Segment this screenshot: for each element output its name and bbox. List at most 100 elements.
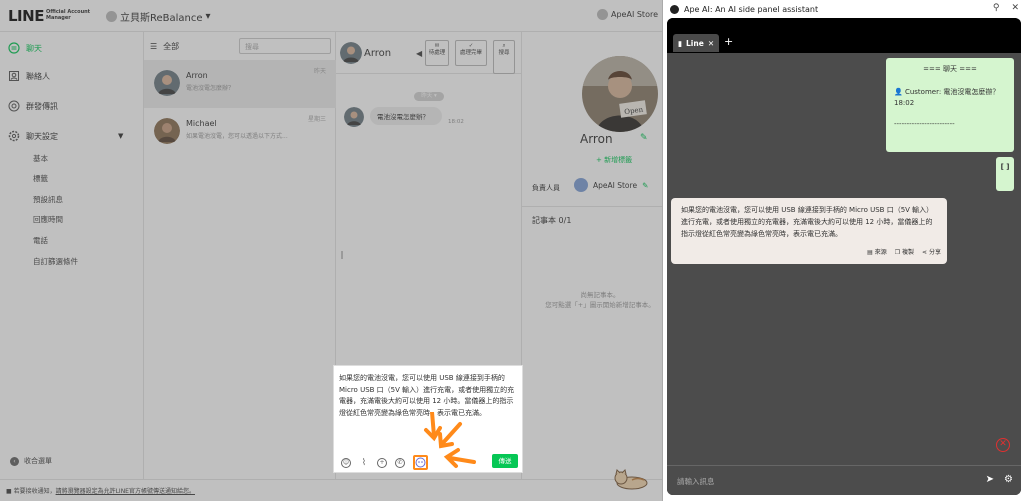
emoji-icon[interactable]: ☺ [341, 457, 351, 468]
divider [522, 206, 662, 207]
done-icon: ✓ [468, 43, 474, 49]
notes-label: 記事本 0/1 [532, 216, 572, 225]
sidebar-sub-phone[interactable]: 電話 [33, 235, 48, 246]
source-button[interactable]: ▤ 來源 [867, 247, 887, 259]
collapse-menu-button[interactable]: ‹ 收合選單 [10, 456, 52, 466]
copy-label: 複製 [902, 249, 915, 256]
avatar [344, 107, 364, 127]
clear-chat-icon[interactable]: ✕ [996, 438, 1010, 452]
chat-list: ☰ 全部 搜尋 Arron 電池沒電怎麼辦？ 昨天 Michael 如果電池沒電… [144, 32, 336, 488]
footer-link[interactable]: 請將瀏覽器設定為允許LINE官方帳號傳送通知給您。 [56, 488, 195, 495]
ai-reply-bubble: 如果您的電池沒電，您可以使用 USB 線連接到手柄的 Micro USB 口（5… [671, 198, 947, 264]
logo-subtitle: Official Account Manager [46, 9, 91, 21]
ape-frame: ▮ Line ✕ + === 聊天 === 👤 Customer: 電池沒電怎麼… [667, 18, 1021, 495]
line-logo: LINE [8, 7, 44, 25]
caret-down-icon: ▼ [118, 132, 124, 140]
footer-text: ■ 若要接收通知，請將瀏覽器設定為允許LINE官方帳號傳送通知給您。 [6, 486, 195, 495]
chat-preview: 如果電池沒電，您可以透過以下方式... [186, 133, 288, 140]
pending-icon: ✉ [434, 43, 440, 49]
speaker-icon[interactable]: ◀ [416, 49, 422, 58]
sidebar-item-label: 聊天 [26, 43, 42, 53]
pending-button[interactable]: ✉ 待處理 [425, 40, 449, 66]
sidebar-item-label: 聯絡人 [26, 71, 50, 81]
copy-button[interactable]: ❐ 複製 [895, 247, 914, 259]
close-icon[interactable]: ✕ [1011, 3, 1019, 13]
chat-filter[interactable]: 全部 [163, 41, 179, 52]
send-icon[interactable]: ➤ [986, 474, 994, 485]
tab-close-icon[interactable]: ✕ [708, 39, 714, 48]
summary-bubble: === 聊天 === 👤 Customer: 電池沒電怎麼辦？ 18:02 --… [886, 58, 1014, 152]
pending-label: 待處理 [428, 50, 446, 56]
notes-empty-line-2: 您可點選「+」圖示開始新增記事本。 [545, 301, 655, 309]
avatar [154, 118, 180, 144]
contacts-icon [8, 70, 20, 82]
search-input[interactable]: 搜尋 [239, 38, 331, 54]
sidebar-item-broadcast[interactable]: 群發傳訊 [8, 100, 58, 112]
chat-name: Michael [186, 119, 217, 128]
tab-line[interactable]: ▮ Line ✕ [673, 34, 719, 52]
sidebar-sub-basic[interactable]: 基本 [33, 153, 48, 164]
profile-photo: Open [582, 56, 658, 132]
summary-text: Customer: 電池沒電怎麼辦？ 18:02 [894, 88, 1000, 107]
ape-title-bar: Ape AI: An AI side panel assistant ⚲ ✕ [663, 0, 1024, 18]
sidebar-sub-default-messages[interactable]: 預設訊息 [33, 194, 63, 205]
sidebar-sub-response-time[interactable]: 回應時間 [33, 214, 63, 225]
reply-actions: ▤ 來源 ❐ 複製 ⋖ 分享 [867, 247, 941, 259]
profile-panel: Open Arron ✎ + 新增標籤 負責人員 ApeAI Store ✎ 記… [522, 32, 662, 488]
date-pill[interactable]: 昨天 ▾ [414, 92, 444, 101]
message-time: 18:02 [448, 119, 464, 125]
profile-name: Arron [580, 132, 613, 146]
chat-list-item[interactable]: Michael 如果電池沒電，您可以透過以下方式... 星期三 [144, 108, 336, 156]
edit-icon[interactable]: ✎ [640, 133, 648, 143]
chat-icon [8, 42, 20, 54]
store-avatar [597, 9, 608, 20]
ape-input-bar: 請輸入訊息 ➤ ⚙ [667, 465, 1021, 495]
search-icon: ⌕ [502, 43, 506, 49]
edit-owner-icon[interactable]: ✎ [642, 181, 648, 190]
pin-icon[interactable]: ⚲ [993, 3, 1000, 13]
account-switcher[interactable]: 立貝斯ReBalance ▾ [106, 9, 211, 24]
sidebar-item-contacts[interactable]: 聯絡人 [8, 70, 50, 82]
phone-icon[interactable]: ✆ [395, 457, 405, 468]
sidebar-item-label: 聊天設定 [26, 131, 58, 141]
notes-empty-line-1: 尚無記事本。 [580, 291, 620, 299]
menu-icon[interactable]: ☰ [150, 42, 157, 51]
sidebar-sub-tags[interactable]: 標籤 [33, 173, 48, 184]
sidebar-item-chat[interactable]: 聊天 [8, 42, 42, 54]
avatar [154, 70, 180, 96]
chat-time: 星期三 [307, 116, 326, 123]
sidebar: 聊天 聯絡人 群發傳訊 聊天設定 ▼ 基本 標籤 預設訊息 回應時間 電話 自訂… [0, 32, 144, 488]
add-tab-icon[interactable]: + [724, 35, 733, 48]
ape-chat-body: === 聊天 === 👤 Customer: 電池沒電怎麼辦？ 18:02 --… [667, 53, 1021, 465]
attachment-icon[interactable]: ⌇ [359, 458, 369, 468]
sidebar-sub-custom-filters[interactable]: 自訂篩選條件 [33, 256, 78, 267]
share-label: 分享 [928, 249, 941, 256]
add-tag-button[interactable]: + 新增標籤 [596, 155, 632, 165]
done-button[interactable]: ✓ 處理完畢 [455, 40, 487, 66]
ape-message-input[interactable]: 請輸入訊息 [677, 476, 715, 487]
share-button[interactable]: ⋖ 分享 [922, 247, 941, 259]
owner-name: ApeAI Store [593, 180, 638, 190]
store-menu[interactable]: ApeAI Store [597, 9, 658, 20]
settings-icon[interactable]: ⚙ [1004, 474, 1013, 485]
owner-avatar [574, 178, 588, 192]
user-icon: 👤 [894, 88, 903, 96]
chat-list-item[interactable]: Arron 電池沒電怎麼辦？ 昨天 [144, 60, 336, 108]
owner-value[interactable]: ApeAI Store ✎ [574, 178, 648, 192]
chat-time: 昨天 [313, 68, 326, 75]
collapse-icon: ‹ [10, 456, 19, 466]
add-icon[interactable]: + [377, 457, 387, 468]
sidebar-item-chat-settings[interactable]: 聊天設定 ▼ [8, 130, 123, 142]
send-button[interactable]: 傳送 [492, 454, 518, 468]
search-button[interactable]: ⌕ 搜尋 [493, 40, 515, 74]
account-avatar [106, 11, 117, 22]
cat-mascot-icon [614, 469, 648, 490]
ape-input-icons: ➤ ⚙ [986, 474, 1013, 485]
line-app: LINE Official Account Manager 立貝斯ReBalan… [0, 0, 662, 501]
ape-title: Ape AI: An AI side panel assistant [684, 4, 819, 14]
ape-ai-panel: Ape AI: An AI side panel assistant ⚲ ✕ ▮… [662, 0, 1024, 501]
resize-handle-icon[interactable]: ‖ [340, 250, 344, 259]
top-bar: LINE Official Account Manager 立貝斯ReBalan… [0, 0, 662, 32]
summary-title: === 聊天 === [923, 65, 977, 73]
sidebar-item-label: 群發傳訊 [26, 101, 58, 111]
